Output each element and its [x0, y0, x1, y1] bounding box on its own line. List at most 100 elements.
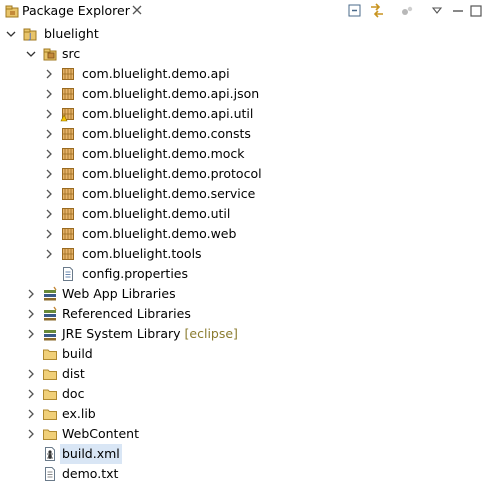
- folder-label: dist: [62, 366, 85, 381]
- source-folder-icon: [43, 48, 57, 61]
- chevron-right-icon[interactable]: [42, 206, 56, 222]
- file-label: config.properties: [82, 266, 189, 281]
- view-tab-bar: Package Explorer: [0, 0, 487, 22]
- tree-row-package[interactable]: com.bluelight.demo.service: [0, 184, 487, 204]
- folder-label: build: [62, 346, 93, 361]
- folder-icon: [43, 429, 57, 440]
- tree-row-file[interactable]: build.xml: [0, 444, 487, 464]
- chevron-right-icon[interactable]: [24, 286, 38, 302]
- view-title: Package Explorer: [22, 3, 130, 18]
- focus-icon[interactable]: [398, 2, 416, 20]
- tree-row-library[interactable]: Referenced Libraries: [0, 304, 487, 324]
- chevron-right-icon[interactable]: [24, 366, 38, 382]
- package-warning-icon: [60, 108, 74, 122]
- svg-text:J: J: [28, 32, 31, 41]
- jre-library-icon: [44, 330, 56, 341]
- package-label: com.bluelight.demo.consts: [82, 126, 251, 141]
- library-label: JRE System Library [eclipse]: [62, 324, 238, 344]
- tree-row-package[interactable]: com.bluelight.demo.protocol: [0, 164, 487, 184]
- tree-row-package[interactable]: com.bluelight.demo.web: [0, 224, 487, 244]
- chevron-right-icon[interactable]: [42, 186, 56, 202]
- tree-row-folder[interactable]: WebContent: [0, 424, 487, 444]
- project-label: bluelight: [44, 26, 99, 41]
- package-label: com.bluelight.demo.mock: [82, 146, 245, 161]
- library-label: Web App Libraries: [62, 286, 176, 301]
- minimize-icon[interactable]: [449, 2, 467, 20]
- tree-row-package[interactable]: com.bluelight.demo.consts: [0, 124, 487, 144]
- package-label: com.bluelight.demo.service: [82, 186, 256, 201]
- chevron-right-icon[interactable]: [42, 146, 56, 162]
- chevron-right-icon[interactable]: [42, 66, 56, 82]
- package-explorer-icon: [5, 5, 19, 18]
- chevron-right-icon[interactable]: [24, 306, 38, 322]
- package-icon: [62, 208, 74, 220]
- package-icon: [62, 188, 74, 200]
- folder-label: WebContent: [62, 426, 139, 441]
- library-icon: [44, 286, 57, 301]
- library-decoration: [eclipse]: [184, 326, 238, 341]
- tree-row-src[interactable]: src: [0, 44, 487, 64]
- tree-row-package[interactable]: com.bluelight.demo.api.util: [0, 104, 487, 124]
- tree-row-file[interactable]: config.properties: [0, 264, 487, 284]
- ant-build-file-icon: [45, 447, 55, 461]
- package-label: com.bluelight.demo.api.json: [82, 86, 260, 101]
- collapse-all-icon[interactable]: [346, 2, 364, 20]
- package-icon: [62, 88, 74, 100]
- folder-icon: [43, 369, 57, 380]
- chevron-down-icon[interactable]: [4, 26, 18, 42]
- package-label: com.bluelight.demo.protocol: [82, 166, 262, 181]
- chevron-right-icon[interactable]: [42, 166, 56, 182]
- library-name: JRE System Library: [62, 326, 181, 341]
- folder-icon: [43, 389, 57, 400]
- package-icon: [62, 68, 74, 80]
- package-icon: [62, 228, 74, 240]
- chevron-right-icon[interactable]: [24, 386, 38, 402]
- chevron-right-icon[interactable]: [42, 226, 56, 242]
- tree-row-package[interactable]: com.bluelight.tools: [0, 244, 487, 264]
- link-with-editor-icon[interactable]: [368, 2, 386, 20]
- folder-icon: [43, 409, 57, 420]
- source-folder-label: src: [62, 46, 81, 61]
- tree-row-library[interactable]: Web App Libraries: [0, 284, 487, 304]
- package-icon: [62, 148, 74, 160]
- package-icon: [62, 248, 74, 260]
- folder-label: doc: [62, 386, 85, 401]
- tree-row-folder[interactable]: dist: [0, 364, 487, 384]
- tree-row-folder[interactable]: build: [0, 344, 487, 364]
- view-menu-icon[interactable]: [428, 2, 446, 20]
- properties-file-icon: [63, 267, 73, 281]
- java-project-icon: J: [23, 28, 37, 41]
- chevron-down-icon[interactable]: [24, 46, 38, 62]
- maximize-icon[interactable]: [467, 2, 485, 20]
- chevron-right-icon[interactable]: [42, 246, 56, 262]
- folder-icon: [43, 349, 57, 360]
- package-explorer-tab[interactable]: Package Explorer: [0, 0, 147, 21]
- tree-row-folder[interactable]: doc: [0, 384, 487, 404]
- tree-row-package[interactable]: com.bluelight.demo.util: [0, 204, 487, 224]
- tree-row-file[interactable]: demo.txt: [0, 464, 487, 484]
- file-label: build.xml: [60, 444, 122, 464]
- close-icon[interactable]: [130, 2, 144, 18]
- tree-row-library[interactable]: JRE System Library [eclipse]: [0, 324, 487, 344]
- package-label: com.bluelight.demo.util: [82, 206, 231, 221]
- package-icon: [62, 128, 74, 140]
- file-label: demo.txt: [62, 466, 119, 481]
- chevron-right-icon[interactable]: [24, 426, 38, 442]
- library-icon: [44, 306, 57, 321]
- folder-label: ex.lib: [62, 406, 96, 421]
- text-file-icon: [45, 467, 55, 481]
- tree-row-package[interactable]: com.bluelight.demo.mock: [0, 144, 487, 164]
- chevron-right-icon[interactable]: [24, 326, 38, 342]
- chevron-right-icon[interactable]: [42, 106, 56, 122]
- package-label: com.bluelight.demo.api.util: [82, 106, 254, 121]
- tree-row-folder[interactable]: ex.lib: [0, 404, 487, 424]
- chevron-right-icon[interactable]: [42, 126, 56, 142]
- tree-row-project[interactable]: J bluelight: [0, 24, 487, 44]
- package-icon: [62, 168, 74, 180]
- chevron-right-icon[interactable]: [24, 406, 38, 422]
- library-label: Referenced Libraries: [62, 306, 191, 321]
- chevron-right-icon[interactable]: [42, 86, 56, 102]
- package-label: com.bluelight.demo.web: [82, 226, 237, 241]
- tree-row-package[interactable]: com.bluelight.demo.api.json: [0, 84, 487, 104]
- tree-row-package[interactable]: com.bluelight.demo.api: [0, 64, 487, 84]
